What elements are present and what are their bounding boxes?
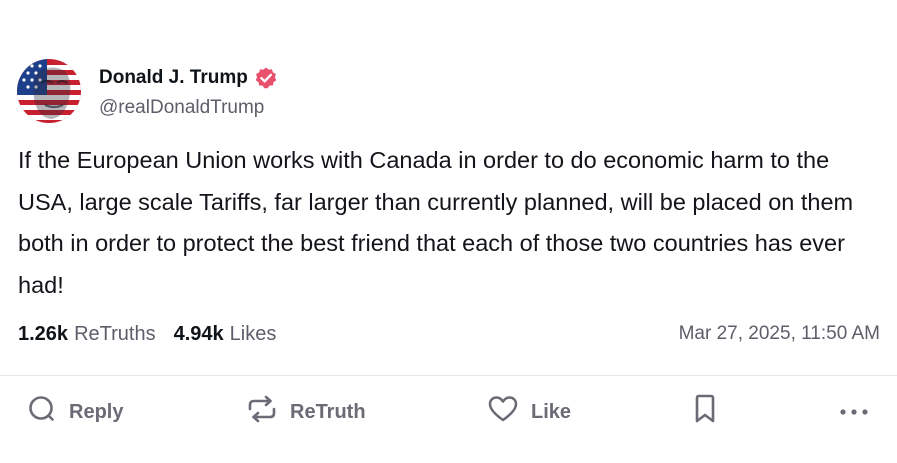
post-card: Donald J. Trump @realDonaldTrump If the … (0, 0, 897, 463)
reply-label: Reply (69, 400, 124, 423)
verified-badge-icon (254, 66, 278, 90)
likes-stat[interactable]: 4.94k Likes (174, 323, 277, 346)
post-header: Donald J. Trump @realDonaldTrump (17, 59, 278, 123)
like-label: Like (531, 400, 572, 423)
author-handle[interactable]: @realDonaldTrump (99, 97, 278, 119)
reply-icon (27, 394, 57, 430)
retruths-stat[interactable]: 1.26k ReTruths (18, 323, 156, 346)
action-bar: Reply ReTruth Like (0, 388, 897, 436)
display-name[interactable]: Donald J. Trump (99, 67, 248, 89)
like-button[interactable]: Like (487, 388, 571, 436)
retruths-label: ReTruths (74, 322, 156, 345)
avatar[interactable] (17, 59, 81, 123)
bookmark-button[interactable] (692, 388, 718, 436)
reply-button[interactable]: Reply (27, 388, 123, 436)
post-stats: 1.26k ReTruths 4.94k Likes Mar 27, 2025,… (18, 319, 880, 349)
likes-label: Likes (229, 322, 277, 345)
divider (0, 375, 897, 376)
bookmark-icon (692, 393, 718, 431)
retruth-button[interactable]: ReTruth (246, 388, 366, 436)
likes-count: 4.94k (173, 322, 224, 345)
post-text: If the European Union works with Canada … (18, 147, 854, 298)
heart-icon (487, 394, 519, 430)
retruth-label: ReTruth (290, 400, 366, 423)
post-timestamp[interactable]: Mar 27, 2025, 11:50 AM (679, 323, 880, 345)
more-icon (839, 401, 869, 424)
display-name-row: Donald J. Trump (99, 66, 278, 90)
retruths-count: 1.26k (18, 322, 69, 345)
author-info: Donald J. Trump @realDonaldTrump (99, 66, 278, 119)
retruth-icon (246, 394, 278, 430)
more-options-button[interactable] (839, 388, 869, 436)
